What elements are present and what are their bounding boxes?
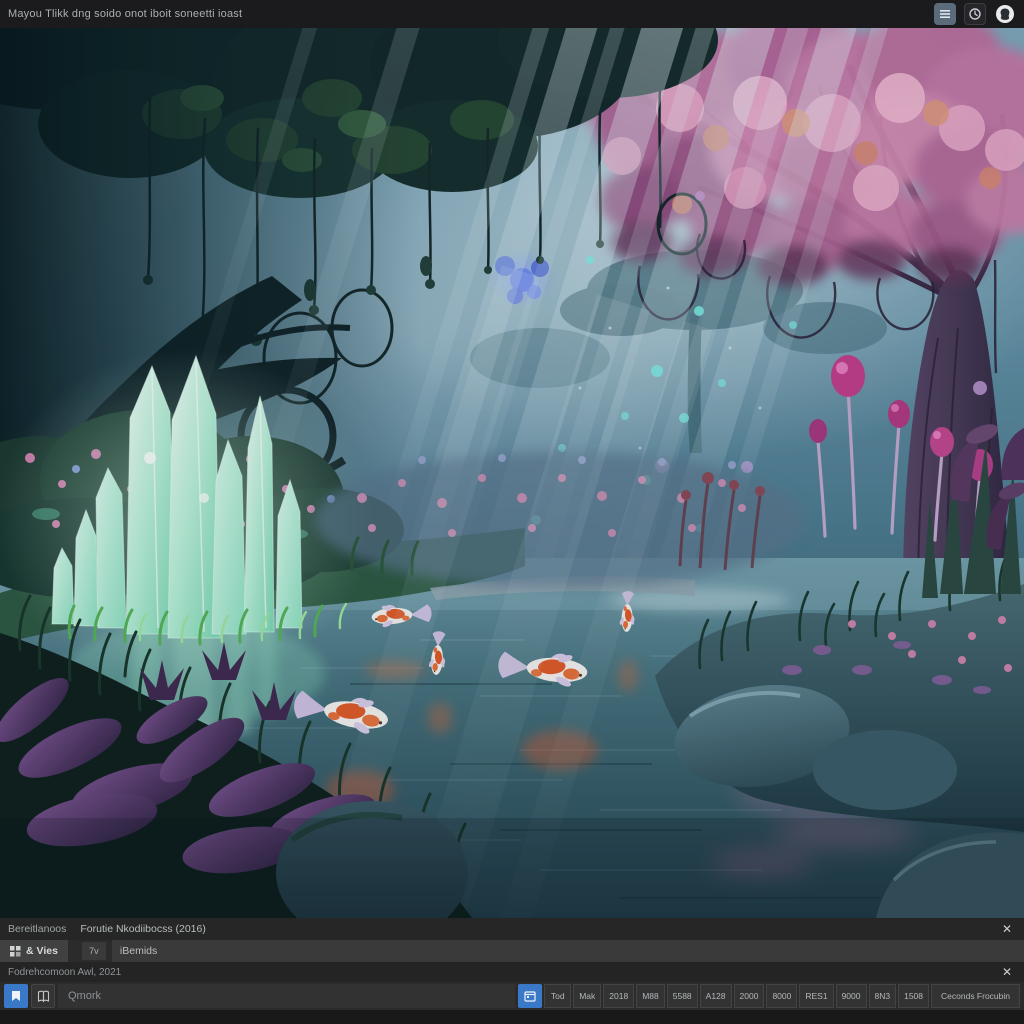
bookmark-button[interactable] [4,984,28,1008]
calendar-icon [524,990,536,1002]
info-bar: Bereitlanoos Forutie Nkodiibocss (2016) … [0,918,1024,940]
scene-image [0,28,1024,918]
range-button[interactable]: 2018 [603,984,634,1008]
titlebar: Mayou Tlikk dng soido onot iboit soneett… [0,0,1024,28]
views-button-label: & Vies [26,945,58,957]
info-label: Bereitlanoos [8,923,66,935]
range-button[interactable]: 1508 [898,984,929,1008]
filter-bar: & Vies 7v [0,940,1024,962]
bookmark-icon [10,990,22,1002]
book-icon [37,990,50,1003]
account-circle-icon[interactable] [994,3,1016,25]
status-label: Fodrehcomoon Awl, 2021 [8,967,998,978]
range-button-group: Tod Mak 2018 M88 5588 A128 2000 8000 RES… [518,984,1020,1008]
filter-chip[interactable]: 7v [82,942,106,960]
app-window: Mayou Tlikk dng soido onot iboit soneett… [0,0,1024,1024]
views-button[interactable]: & Vies [0,940,68,962]
close-icon[interactable]: ✕ [998,920,1016,938]
filter-input[interactable] [112,940,1024,962]
range-button[interactable]: 5588 [667,984,698,1008]
status-bar: Fodrehcomoon Awl, 2021 ✕ [0,962,1024,982]
range-button[interactable]: 9000 [836,984,867,1008]
notes-button[interactable] [31,984,55,1008]
panel-list-icon[interactable] [934,3,956,25]
range-button[interactable]: Tod [544,984,571,1008]
range-button[interactable]: 2000 [734,984,765,1008]
calendar-button[interactable] [518,984,542,1008]
close-icon[interactable]: ✕ [998,963,1016,981]
range-button[interactable]: A128 [700,984,732,1008]
range-button[interactable]: RES1 [799,984,833,1008]
wide-range-button[interactable]: Ceconds Frocubin [931,984,1020,1008]
range-button[interactable]: Mak [573,984,601,1008]
range-button[interactable]: 8N3 [869,984,897,1008]
range-button[interactable]: 8000 [766,984,797,1008]
range-button[interactable]: M88 [636,984,665,1008]
bottom-strip [0,1010,1024,1024]
search-input[interactable] [58,984,515,1008]
info-title: Forutie Nkodiibocss (2016) [80,923,984,935]
grid-icon [10,946,21,957]
history-clock-icon[interactable] [964,3,986,25]
window-title: Mayou Tlikk dng soido onot iboit soneett… [8,8,926,20]
toolbar: Tod Mak 2018 M88 5588 A128 2000 8000 RES… [0,982,1024,1010]
bottom-panel: Bereitlanoos Forutie Nkodiibocss (2016) … [0,918,1024,1024]
